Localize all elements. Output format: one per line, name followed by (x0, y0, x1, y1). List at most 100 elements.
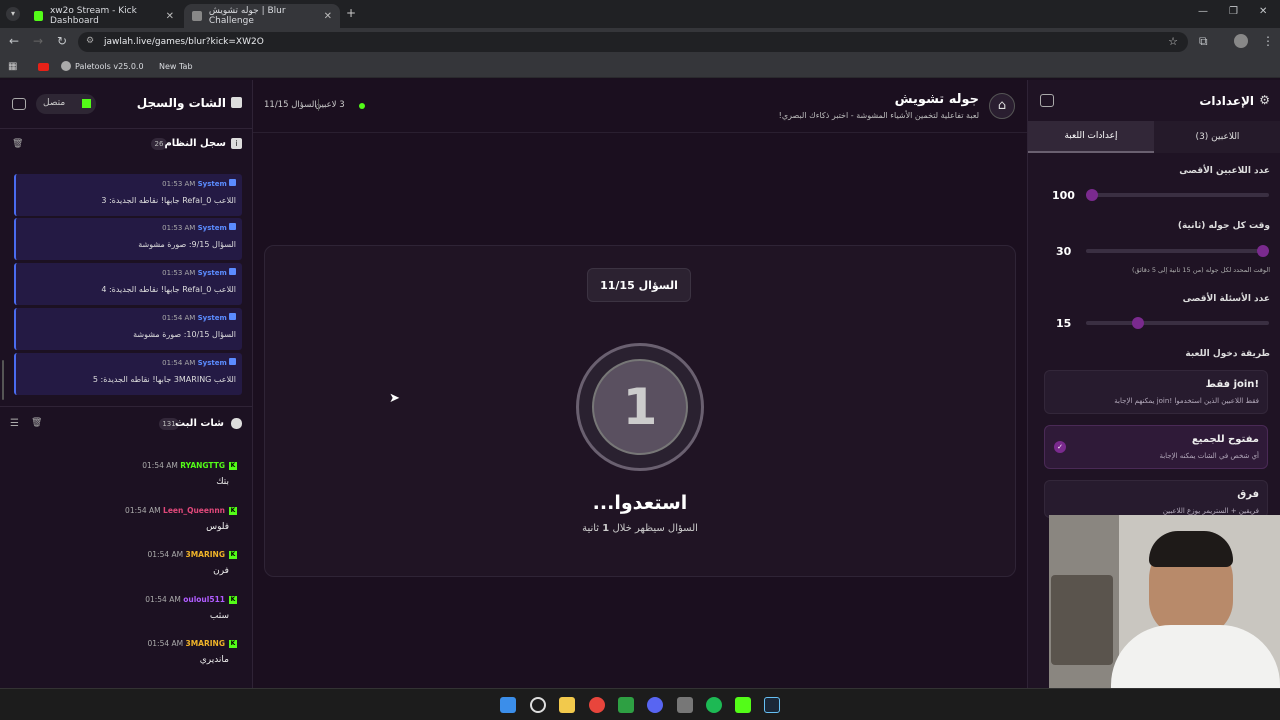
tab-kick-dashboard[interactable]: xw2o Stream - Kick Dashboard ✕ (26, 4, 182, 28)
message-time: 01:54 AM (162, 359, 196, 367)
slider-thumb[interactable] (1132, 317, 1144, 329)
file-explorer-icon[interactable] (559, 697, 575, 713)
tab-search-icon[interactable]: ▾ (6, 7, 20, 21)
spotify-icon[interactable] (706, 697, 722, 713)
extensions-icon[interactable]: ⧉ (1199, 34, 1208, 49)
info-icon: i (231, 138, 242, 149)
tab-players[interactable]: اللاعبين (3) (1154, 121, 1280, 153)
browser-tab-bar: ▾ xw2o Stream - Kick Dashboard ✕ جوله تش… (0, 0, 1280, 28)
message-time: 01:54 AM (145, 595, 181, 604)
bookmark-star-icon[interactable]: ☆ (1168, 35, 1178, 48)
os-taskbar (0, 688, 1280, 720)
message-text: اللاعب Refal_0 جابها! نقاطه الجديدة: 4 (101, 285, 236, 294)
max-questions-value: 15 (1056, 317, 1072, 330)
reload-icon[interactable]: ↻ (57, 34, 67, 48)
avatar[interactable] (1234, 34, 1248, 48)
round-time-slider[interactable] (1086, 245, 1269, 257)
app-icon[interactable] (677, 697, 693, 713)
search-icon[interactable] (530, 697, 546, 713)
list-item: 01:53 AM System السؤال 9/15: صورة مشوشة (14, 218, 242, 260)
message-time: 01:53 AM (162, 224, 196, 232)
option-desc: فقط اللاعبين الذين استخدموا !join يمكنهم… (1114, 397, 1259, 405)
apps-icon[interactable]: ▦ (8, 61, 17, 72)
address-bar[interactable]: ⚙ jawlah.live/games/blur?kick=XW2O ☆ (78, 32, 1188, 52)
chat-username[interactable]: ouloul511 (183, 595, 225, 604)
bookmark-paletools[interactable]: Paletools v25.0.0 (75, 62, 144, 71)
windows-start-icon[interactable] (500, 697, 516, 713)
trash-icon[interactable]: 🗑 (31, 418, 42, 428)
players-count: 3 لاعبين (315, 100, 345, 110)
chat-username[interactable]: 3MARING (186, 639, 226, 648)
filter-icon[interactable]: ☰ (10, 418, 19, 429)
system-icon (229, 223, 236, 230)
bookmark-new-tab[interactable]: New Tab (159, 62, 193, 71)
slider-thumb[interactable] (1257, 245, 1269, 257)
trash-icon[interactable]: 🗑 (12, 139, 23, 149)
gear-icon: ⚙ (1259, 93, 1270, 107)
max-players-slider[interactable] (1086, 189, 1269, 201)
discord-icon[interactable] (647, 697, 663, 713)
bookmarks-bar: ▦ Paletools v25.0.0 New Tab (0, 56, 1280, 78)
log-scrollbar[interactable] (2, 360, 4, 400)
youtube-icon[interactable] (38, 63, 49, 71)
collapse-panel-icon[interactable] (12, 98, 26, 110)
minimize-icon[interactable]: — (1198, 6, 1208, 17)
message-text: مانديري (199, 655, 229, 665)
entry-option-open[interactable]: مفتوح للجميع أي شخص في الشات يمكنه الإجا… (1044, 425, 1268, 469)
restore-icon[interactable]: ❐ (1229, 6, 1238, 17)
webcam-overlay (1049, 515, 1280, 688)
close-icon[interactable]: ✕ (166, 11, 174, 22)
webcam-person-shirt (1111, 625, 1280, 688)
new-tab-icon[interactable]: + (346, 6, 356, 20)
max-questions-slider[interactable] (1086, 317, 1269, 329)
steam-icon[interactable] (764, 697, 780, 713)
kick-app-icon[interactable] (735, 697, 751, 713)
slider-thumb[interactable] (1086, 189, 1098, 201)
message-text: سثب (209, 611, 229, 621)
page-title: جوله تشويش (894, 92, 979, 107)
game-area: 3 لاعبين السؤال 11/15 ⌂ جوله تشويش لعبة … (253, 80, 1027, 688)
close-window-icon[interactable]: ✕ (1259, 6, 1267, 17)
max-questions-label: عدد الأسئلة الأقصى (1182, 294, 1270, 304)
chat-username[interactable]: 3MARING (186, 550, 226, 559)
system-icon (229, 179, 236, 186)
tab-game-settings[interactable]: إعدادات اللعبة (1028, 121, 1154, 153)
home-icon[interactable]: ⌂ (989, 93, 1015, 119)
list-item: 01:54 AM System اللاعب 3MARING جابها! نق… (14, 353, 242, 395)
chrome-icon[interactable] (589, 697, 605, 713)
entry-option-join[interactable]: !join فقط فقط اللاعبين الذين استخدموا !j… (1044, 370, 1268, 414)
close-icon[interactable]: ✕ (324, 11, 332, 22)
forward-icon[interactable]: → (33, 34, 43, 48)
kick-icon: K (229, 462, 237, 470)
max-players-value: 100 (1052, 189, 1075, 202)
kick-icon: K (229, 640, 237, 648)
entry-option-teams[interactable]: فرق فريقين + الستريمر يوزع اللاعبين (1044, 480, 1268, 518)
chat-log-panel: متصل الشات والسجل 🗑 26 سجل النظام i 01:5… (0, 80, 253, 688)
system-icon (229, 268, 236, 275)
chat-username[interactable]: RYANGTTG (180, 461, 225, 470)
tab-blur-challenge[interactable]: جوله تشويش | Blur Challenge ✕ (184, 4, 340, 28)
option-desc: أي شخص في الشات يمكنه الإجابة (1159, 452, 1259, 460)
settings-title: الإعدادات (1199, 94, 1254, 108)
question-badge: السؤال 11/15 (587, 268, 691, 302)
menu-icon[interactable]: ⋮ (1262, 34, 1274, 48)
message-text: السؤال 9/15: صورة مشوشة (138, 240, 236, 249)
check-icon: ✓ (1054, 441, 1066, 453)
site-info-icon[interactable]: ⚙ (86, 36, 94, 46)
message-sender: System (197, 314, 227, 322)
collapse-settings-icon[interactable] (1040, 94, 1054, 107)
hint-suffix: ثانية (582, 523, 600, 534)
back-icon[interactable]: ← (9, 34, 19, 48)
kick-icon: K (229, 551, 237, 559)
xbox-icon[interactable] (618, 697, 634, 713)
kick-icon: K (229, 596, 237, 604)
message-sender: System (197, 269, 227, 277)
message-sender: System (197, 180, 227, 188)
page-subtitle: لعبة تفاعلية لتخمين الأشياء المشوشة - اخ… (778, 111, 979, 120)
round-time-hint: الوقت المحدد لكل جوله (من 15 ثانية إلى 5… (1131, 266, 1270, 274)
chat-username[interactable]: Leen_Queennn (163, 506, 225, 515)
message-text: بتك (216, 477, 229, 487)
message-time: 01:53 AM (162, 269, 196, 277)
entry-mode-label: طريقة دخول اللعبة (1185, 349, 1270, 359)
option-title: مفتوح للجميع (1191, 434, 1259, 445)
